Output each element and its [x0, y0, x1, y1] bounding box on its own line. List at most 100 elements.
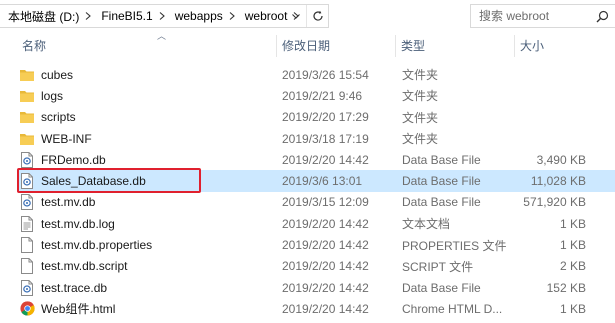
address-bar[interactable]: 本地磁盘 (D:) FineBI5.1 webapps webroot [0, 4, 329, 28]
file-type: Data Base File [402, 280, 481, 295]
file-name-cell[interactable]: scripts [19, 109, 277, 125]
breadcrumb: 本地磁盘 (D:) FineBI5.1 webapps webroot [0, 5, 303, 27]
file-date: 2019/3/26 15:54 [282, 67, 369, 82]
folder-icon [19, 67, 35, 83]
column-header-size-label: 大小 [520, 39, 545, 53]
file-list: cubes 2019/3/26 15:54 文件夹 logs 2019/2/21 9:4… [17, 64, 615, 320]
file-date: 2019/2/21 9:46 [282, 88, 363, 103]
file-type: Chrome HTML D... [402, 301, 503, 316]
file-type: 文件夹 [402, 89, 439, 104]
breadcrumb-item[interactable]: FineBI5.1 [95, 5, 154, 27]
file-row[interactable]: WEB-INF 2019/3/18 17:19 文件夹 [17, 128, 615, 149]
db-file-icon [19, 151, 35, 168]
file-row[interactable]: test.trace.db 2019/2/20 14:42 Data Base Fi… [17, 277, 615, 298]
search-input[interactable] [479, 9, 589, 23]
refresh-button[interactable] [306, 5, 328, 27]
file-date: 2019/3/6 13:01 [282, 174, 363, 189]
file-size: 1 KB [559, 238, 586, 253]
file-size: 571,920 KB [523, 195, 586, 210]
chevron-right-icon [85, 12, 92, 20]
sort-up-icon: ︿ [157, 31, 167, 41]
file-name: FRDemo.db [41, 152, 106, 167]
file-name: test.mv.db.script [41, 259, 128, 274]
breadcrumb-separator[interactable] [155, 5, 169, 27]
blank-file-icon [19, 237, 35, 254]
file-row[interactable]: logs 2019/2/21 9:46 文件夹 [17, 85, 615, 106]
file-date: 2019/2/20 14:42 [282, 216, 369, 231]
file-row[interactable]: scripts 2019/2/20 17:29 文件夹 [17, 107, 615, 128]
file-row[interactable]: test.mv.db 2019/3/15 12:09 Data Base File 5… [17, 192, 615, 213]
file-row[interactable]: cubes 2019/3/26 15:54 文件夹 [17, 64, 615, 85]
file-type: PROPERTIES 文件 [402, 238, 507, 253]
folder-icon [19, 109, 35, 125]
file-type: Data Base File [402, 152, 481, 167]
file-date: 2019/2/20 14:42 [282, 259, 369, 274]
search-box[interactable] [470, 4, 615, 28]
text-file-icon [19, 215, 35, 232]
file-name-cell[interactable]: test.trace.db [19, 279, 277, 296]
column-header-type[interactable]: 类型 [396, 35, 515, 57]
column-header-size[interactable]: 大小 [515, 35, 615, 57]
db-file-icon [19, 194, 35, 211]
folder-icon [19, 88, 35, 104]
file-type: SCRIPT 文件 [402, 259, 474, 274]
file-date: 2019/2/20 14:42 [282, 152, 369, 167]
file-name: cubes [41, 67, 74, 82]
column-header-date[interactable]: 修改日期 [277, 35, 396, 57]
column-header-type-label: 类型 [401, 39, 426, 53]
file-name-cell[interactable]: cubes [19, 67, 277, 83]
breadcrumb-item[interactable]: webapps [169, 5, 225, 27]
file-name: test.mv.db.properties [41, 238, 153, 253]
file-size: 1 KB [559, 301, 586, 316]
file-type: 文件夹 [402, 132, 439, 147]
file-name: Web组件.html [41, 302, 116, 317]
breadcrumb-separator[interactable] [225, 5, 239, 27]
file-name-cell[interactable]: test.mv.db [19, 194, 277, 211]
chrome-icon [19, 301, 35, 317]
column-header-name-label: 名称 [22, 39, 47, 53]
file-row[interactable]: FRDemo.db 2019/2/20 14:42 Data Base File 3,… [17, 149, 615, 170]
file-date: 2019/2/20 14:42 [282, 280, 369, 295]
search-icon[interactable] [596, 10, 609, 23]
column-header-name[interactable]: ︿ 名称 [17, 31, 277, 57]
file-row[interactable]: test.mv.db.script 2019/2/20 14:42 SCRIPT 文… [17, 256, 615, 277]
file-name: scripts [41, 110, 76, 125]
address-history-dropdown[interactable] [286, 5, 306, 27]
file-name-cell[interactable]: test.mv.db.script [19, 258, 277, 275]
file-name-cell[interactable]: FRDemo.db [19, 151, 277, 168]
file-size: 11,028 KB [530, 174, 586, 189]
file-name: logs [41, 88, 64, 103]
file-type: 文本文档 [402, 217, 451, 232]
chevron-right-icon [229, 12, 235, 20]
file-name-cell[interactable]: WEB-INF [19, 131, 277, 147]
file-size: 152 KB [546, 280, 586, 295]
file-name-cell[interactable]: Web组件.html [19, 300, 277, 317]
file-row[interactable]: test.mv.db.properties 2019/2/20 14:42 PROP… [17, 234, 615, 255]
file-row[interactable]: Web组件.html 2019/2/20 14:42 Chrome HTML D..… [17, 298, 615, 319]
chevron-down-icon [292, 13, 300, 19]
file-size: 2 KB [559, 259, 586, 274]
file-name: Sales_Database.db [41, 174, 146, 189]
file-name-cell[interactable]: logs [19, 88, 277, 104]
blank-file-icon [19, 258, 35, 275]
column-header-date-label: 修改日期 [282, 39, 331, 53]
folder-icon [19, 131, 35, 147]
file-row[interactable]: Sales_Database.db 2019/3/6 13:01 Data Base… [17, 170, 615, 192]
file-row[interactable]: test.mv.db.log 2019/2/20 14:42 文本文档 1 KB [17, 213, 615, 234]
file-name-cell[interactable]: Sales_Database.db [19, 173, 277, 190]
file-date: 2019/3/18 17:19 [282, 131, 369, 146]
breadcrumb-separator[interactable] [81, 5, 95, 27]
file-name: test.trace.db [41, 280, 108, 295]
file-name-cell[interactable]: test.mv.db.properties [19, 237, 277, 254]
chevron-right-icon [159, 12, 165, 20]
breadcrumb-item[interactable]: 本地磁盘 (D:) [0, 5, 81, 27]
file-name-cell[interactable]: test.mv.db.log [19, 215, 277, 232]
column-header-bar: ︿ 名称 修改日期 类型 大小 [0, 31, 615, 57]
file-name: test.mv.db.log [41, 216, 115, 231]
file-name: WEB-INF [41, 131, 92, 146]
file-type: 文件夹 [402, 110, 439, 125]
address-bar-area: 本地磁盘 (D:) FineBI5.1 webapps webroot [0, 0, 615, 32]
file-date: 2019/2/20 14:42 [282, 238, 369, 253]
breadcrumb-item[interactable]: webroot [239, 5, 290, 27]
file-type: Data Base File [402, 174, 481, 189]
